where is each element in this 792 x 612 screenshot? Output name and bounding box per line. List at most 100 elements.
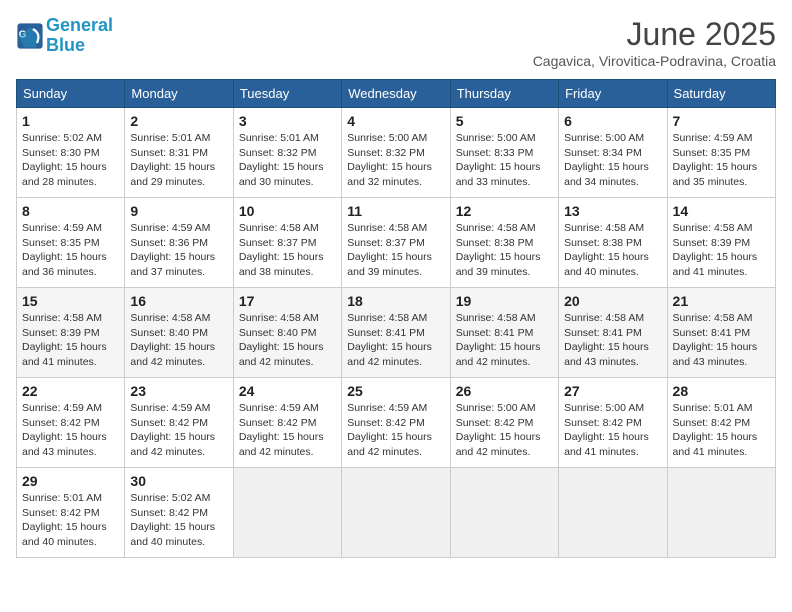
day-number: 12 — [456, 203, 553, 219]
calendar-cell: 19Sunrise: 4:58 AM Sunset: 8:41 PM Dayli… — [450, 288, 558, 378]
calendar-cell: 12 Sunrise: 4:58 AM Sunset: 8:38 PM Dayli… — [450, 198, 558, 288]
day-info: Sunrise: 5:00 AM Sunset: 8:32 PM Dayligh… — [347, 131, 444, 190]
day-info: Sunrise: 5:01 AM Sunset: 8:32 PM Dayligh… — [239, 131, 336, 190]
day-number: 1 — [22, 113, 119, 129]
day-number: 17 — [239, 293, 336, 309]
day-number: 3 — [239, 113, 336, 129]
day-info: Sunrise: 5:01 AM Sunset: 8:42 PM Dayligh… — [22, 491, 119, 550]
day-info: Sunrise: 4:58 AM Sunset: 8:39 PM Dayligh… — [673, 221, 770, 280]
weekday-header-row: SundayMondayTuesdayWednesdayThursdayFrid… — [17, 80, 776, 108]
day-number: 13 — [564, 203, 661, 219]
weekday-header-saturday: Saturday — [667, 80, 775, 108]
day-number: 5 — [456, 113, 553, 129]
day-info: Sunrise: 4:59 AM Sunset: 8:35 PM Dayligh… — [22, 221, 119, 280]
logo: G General Blue — [16, 16, 113, 56]
day-info: Sunrise: 4:59 AM Sunset: 8:36 PM Dayligh… — [130, 221, 227, 280]
day-number: 29 — [22, 473, 119, 489]
calendar-cell: 6 Sunrise: 5:00 AM Sunset: 8:34 PM Daylig… — [559, 108, 667, 198]
day-info: Sunrise: 4:58 AM Sunset: 8:37 PM Dayligh… — [239, 221, 336, 280]
calendar-row-4: 22 Sunrise: 4:59 AM Sunset: 8:42 PM Dayli… — [17, 378, 776, 468]
day-info: Sunrise: 4:59 AM Sunset: 8:42 PM Dayligh… — [347, 401, 444, 460]
weekday-header-wednesday: Wednesday — [342, 80, 450, 108]
day-number: 2 — [130, 113, 227, 129]
day-number: 9 — [130, 203, 227, 219]
calendar-row-5: 29 Sunrise: 5:01 AM Sunset: 8:42 PM Dayli… — [17, 468, 776, 558]
day-info: Sunrise: 5:00 AM Sunset: 8:42 PM Dayligh… — [456, 401, 553, 460]
calendar-cell: 17 Sunrise: 4:58 AM Sunset: 8:40 PM Dayli… — [233, 288, 341, 378]
day-number: 6 — [564, 113, 661, 129]
calendar-cell: 26 Sunrise: 5:00 AM Sunset: 8:42 PM Dayli… — [450, 378, 558, 468]
day-info: Sunrise: 5:00 AM Sunset: 8:33 PM Dayligh… — [456, 131, 553, 190]
day-info: Sunrise: 4:58 AM Sunset: 8:41 PM Dayligh… — [456, 311, 553, 370]
weekday-header-friday: Friday — [559, 80, 667, 108]
month-title: June 2025 — [533, 16, 776, 53]
calendar-cell: 27Sunrise: 5:00 AM Sunset: 8:42 PM Dayli… — [559, 378, 667, 468]
day-info: Sunrise: 4:58 AM Sunset: 8:37 PM Dayligh… — [347, 221, 444, 280]
weekday-header-thursday: Thursday — [450, 80, 558, 108]
day-number: 11 — [347, 203, 444, 219]
day-info: Sunrise: 4:58 AM Sunset: 8:38 PM Dayligh… — [456, 221, 553, 280]
logo-blue: Blue — [46, 35, 85, 55]
day-info: Sunrise: 4:58 AM Sunset: 8:40 PM Dayligh… — [239, 311, 336, 370]
day-number: 24 — [239, 383, 336, 399]
day-info: Sunrise: 5:02 AM Sunset: 8:42 PM Dayligh… — [130, 491, 227, 550]
day-number: 30 — [130, 473, 227, 489]
day-info: Sunrise: 4:58 AM Sunset: 8:38 PM Dayligh… — [564, 221, 661, 280]
day-number: 4 — [347, 113, 444, 129]
day-info: Sunrise: 4:58 AM Sunset: 8:41 PM Dayligh… — [673, 311, 770, 370]
day-info: Sunrise: 4:58 AM Sunset: 8:40 PM Dayligh… — [130, 311, 227, 370]
day-number: 22 — [22, 383, 119, 399]
calendar-cell: 10 Sunrise: 4:58 AM Sunset: 8:37 PM Dayli… — [233, 198, 341, 288]
calendar-cell: 1Sunrise: 5:02 AM Sunset: 8:30 PM Daylig… — [17, 108, 125, 198]
header: G General Blue June 2025 Cagavica, Virov… — [16, 16, 776, 69]
calendar-cell: 30 Sunrise: 5:02 AM Sunset: 8:42 PM Dayli… — [125, 468, 233, 558]
day-number: 25 — [347, 383, 444, 399]
calendar-cell — [667, 468, 775, 558]
calendar-cell: 13 Sunrise: 4:58 AM Sunset: 8:38 PM Dayli… — [559, 198, 667, 288]
title-area: June 2025 Cagavica, Virovitica-Podravina… — [533, 16, 776, 69]
calendar-cell — [559, 468, 667, 558]
day-number: 28 — [673, 383, 770, 399]
calendar-cell: 2Sunrise: 5:01 AM Sunset: 8:31 PM Daylig… — [125, 108, 233, 198]
calendar-cell: 7 Sunrise: 4:59 AM Sunset: 8:35 PM Daylig… — [667, 108, 775, 198]
calendar-cell: 8 Sunrise: 4:59 AM Sunset: 8:35 PM Daylig… — [17, 198, 125, 288]
location-title: Cagavica, Virovitica-Podravina, Croatia — [533, 53, 776, 69]
calendar-cell: 20 Sunrise: 4:58 AM Sunset: 8:41 PM Dayli… — [559, 288, 667, 378]
day-info: Sunrise: 5:00 AM Sunset: 8:42 PM Dayligh… — [564, 401, 661, 460]
day-info: Sunrise: 4:59 AM Sunset: 8:42 PM Dayligh… — [22, 401, 119, 460]
weekday-header-monday: Monday — [125, 80, 233, 108]
calendar-cell: 29 Sunrise: 5:01 AM Sunset: 8:42 PM Dayli… — [17, 468, 125, 558]
day-info: Sunrise: 5:00 AM Sunset: 8:34 PM Dayligh… — [564, 131, 661, 190]
weekday-header-sunday: Sunday — [17, 80, 125, 108]
calendar-row-1: 1Sunrise: 5:02 AM Sunset: 8:30 PM Daylig… — [17, 108, 776, 198]
logo-general: General — [46, 15, 113, 35]
day-info: Sunrise: 4:58 AM Sunset: 8:41 PM Dayligh… — [564, 311, 661, 370]
calendar-cell: 4 Sunrise: 5:00 AM Sunset: 8:32 PM Daylig… — [342, 108, 450, 198]
day-number: 15 — [22, 293, 119, 309]
calendar-row-2: 8 Sunrise: 4:59 AM Sunset: 8:35 PM Daylig… — [17, 198, 776, 288]
logo-icon: G — [16, 22, 44, 50]
calendar-cell: 24 Sunrise: 4:59 AM Sunset: 8:42 PM Dayli… — [233, 378, 341, 468]
day-info: Sunrise: 4:59 AM Sunset: 8:35 PM Dayligh… — [673, 131, 770, 190]
day-number: 8 — [22, 203, 119, 219]
calendar-cell: 11 Sunrise: 4:58 AM Sunset: 8:37 PM Dayli… — [342, 198, 450, 288]
day-info: Sunrise: 4:58 AM Sunset: 8:41 PM Dayligh… — [347, 311, 444, 370]
calendar-cell: 18 Sunrise: 4:58 AM Sunset: 8:41 PM Dayli… — [342, 288, 450, 378]
calendar-cell: 3 Sunrise: 5:01 AM Sunset: 8:32 PM Daylig… — [233, 108, 341, 198]
calendar-cell: 21 Sunrise: 4:58 AM Sunset: 8:41 PM Dayli… — [667, 288, 775, 378]
day-info: Sunrise: 4:59 AM Sunset: 8:42 PM Dayligh… — [130, 401, 227, 460]
day-number: 21 — [673, 293, 770, 309]
day-number: 23 — [130, 383, 227, 399]
calendar-row-3: 15 Sunrise: 4:58 AM Sunset: 8:39 PM Dayli… — [17, 288, 776, 378]
day-number: 7 — [673, 113, 770, 129]
day-info: Sunrise: 4:58 AM Sunset: 8:39 PM Dayligh… — [22, 311, 119, 370]
calendar-cell: 25 Sunrise: 4:59 AM Sunset: 8:42 PM Dayli… — [342, 378, 450, 468]
calendar-cell: 15 Sunrise: 4:58 AM Sunset: 8:39 PM Dayli… — [17, 288, 125, 378]
day-number: 20 — [564, 293, 661, 309]
calendar-cell: 23 Sunrise: 4:59 AM Sunset: 8:42 PM Dayli… — [125, 378, 233, 468]
calendar-cell: 14Sunrise: 4:58 AM Sunset: 8:39 PM Dayli… — [667, 198, 775, 288]
day-number: 18 — [347, 293, 444, 309]
day-info: Sunrise: 4:59 AM Sunset: 8:42 PM Dayligh… — [239, 401, 336, 460]
day-number: 26 — [456, 383, 553, 399]
day-number: 10 — [239, 203, 336, 219]
